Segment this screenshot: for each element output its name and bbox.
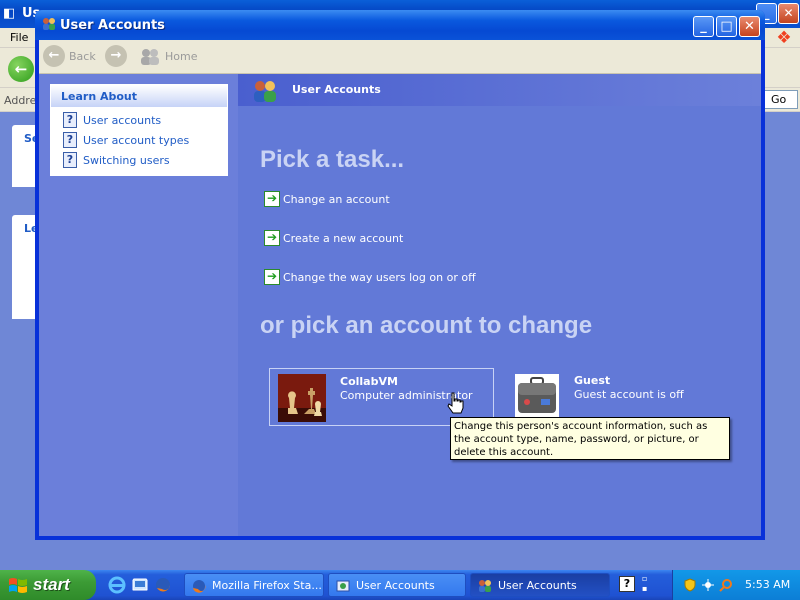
pick-account-heading: or pick an account to change [260,312,593,339]
client-area: Learn About ? User accounts ? User accou… [39,74,761,536]
green-arrow-icon: ➔ [264,230,280,246]
green-arrow-icon: ➔ [264,191,280,207]
firefox-icon [193,580,206,593]
minimize-button[interactable]: _ [693,16,714,37]
account-name: CollabVM [340,375,398,388]
task-label[interactable]: Create a new account [283,232,403,245]
user-accounts-icon [43,18,55,30]
taskbar-button-label: Mozilla Firefox Sta... [212,579,322,592]
learn-item-user-account-types[interactable]: ? User account types [63,132,223,148]
learn-about-box: Learn About ? User accounts ? User accou… [50,84,228,176]
learn-about-list: ? User accounts ? User account types ? S… [51,107,227,175]
account-tooltip: Change this person's account information… [450,417,730,460]
learn-item-user-accounts[interactable]: ? User accounts [63,112,223,128]
firefox-icon[interactable] [154,576,172,594]
taskbar-button-firefox[interactable]: Mozilla Firefox Sta... [184,573,324,597]
minimize-icon: _ [700,19,707,34]
windows-logo-icon [9,578,27,593]
learn-about-header: Learn About [51,85,227,107]
taskbar-button-label: User Accounts [356,579,435,592]
learn-item-label[interactable]: Switching users [83,154,170,167]
back-button-label[interactable]: Back [69,50,96,63]
start-label[interactable]: start [33,575,70,595]
account-status: Guest account is off [574,388,684,401]
home-icon[interactable] [139,47,161,67]
briefcase-picture [515,374,559,418]
windows-logo-icon: ❖ [776,28,792,48]
help-icon: ? [63,112,77,128]
window-title: User Accounts [60,18,165,33]
forward-icon[interactable]: → [105,45,127,67]
learn-item-label[interactable]: User account types [83,134,189,147]
help-icon: ? [63,152,77,168]
user-accounts-icon [254,81,276,102]
taskbar-button-user-accounts[interactable]: User Accounts [470,573,610,597]
taskbar-button-label: User Accounts [498,579,577,592]
system-tray: 5:53 AM [672,570,800,600]
menu-file[interactable]: File [10,31,28,44]
language-bar-icon[interactable]: ▫ ▪ [642,574,654,594]
task-label[interactable]: Change the way users log on or off [283,271,476,284]
close-icon: ✕ [744,19,755,34]
control-panel-icon: ◧ [3,6,16,21]
background-close-button[interactable]: ✕ [778,3,799,24]
network-icon[interactable] [701,578,715,592]
security-shield-icon[interactable] [683,578,697,592]
internet-explorer-icon[interactable] [108,576,126,594]
green-arrow-icon: ➔ [264,269,280,285]
learn-item-switching-users[interactable]: ? Switching users [63,152,223,168]
titlebar[interactable]: User Accounts _ □ ✕ [35,10,765,40]
taskbar-button-control-panel[interactable]: User Accounts [328,573,466,597]
task-create-account[interactable]: ➔ Create a new account [264,230,524,246]
sidebar: Learn About ? User accounts ? User accou… [39,74,238,536]
show-desktop-icon[interactable] [131,576,149,594]
home-button-label[interactable]: Home [165,50,197,63]
main-content: User Accounts Pick a task... ➔ Change an… [238,74,761,536]
back-icon[interactable]: ← [43,45,65,67]
user-accounts-icon [479,580,491,592]
learn-item-label[interactable]: User accounts [83,114,161,127]
task-label[interactable]: Change an account [283,193,390,206]
navigation-bar: ← Back → Home [39,40,761,74]
taskbar: start Mozilla Firefox Sta... User Accoun… [0,570,800,600]
account-name: Guest [574,374,611,387]
content-header: User Accounts [238,74,761,106]
maximize-button[interactable]: □ [716,16,737,37]
chess-pieces-picture [278,374,326,422]
task-change-account[interactable]: ➔ Change an account [264,191,524,207]
content-header-title: User Accounts [292,83,381,96]
control-panel-icon [336,580,350,592]
help-icon[interactable]: ? [619,576,635,592]
task-change-logon[interactable]: ➔ Change the way users log on or off [264,269,524,285]
user-accounts-window: User Accounts _ □ ✕ ← Back → Home Learn … [35,10,765,540]
clock: 5:53 AM [745,578,791,591]
start-button[interactable]: start [0,570,96,600]
help-icon: ? [63,132,77,148]
learn-about-heading: Learn About [61,90,138,103]
close-button[interactable]: ✕ [739,16,760,37]
background-back-icon[interactable]: ← [8,56,34,82]
pick-task-heading: Pick a task... [260,146,405,173]
hand-cursor-icon [447,392,464,414]
maximize-icon: □ [720,19,733,34]
search-icon[interactable] [719,578,733,592]
go-button[interactable]: Go [764,90,798,109]
